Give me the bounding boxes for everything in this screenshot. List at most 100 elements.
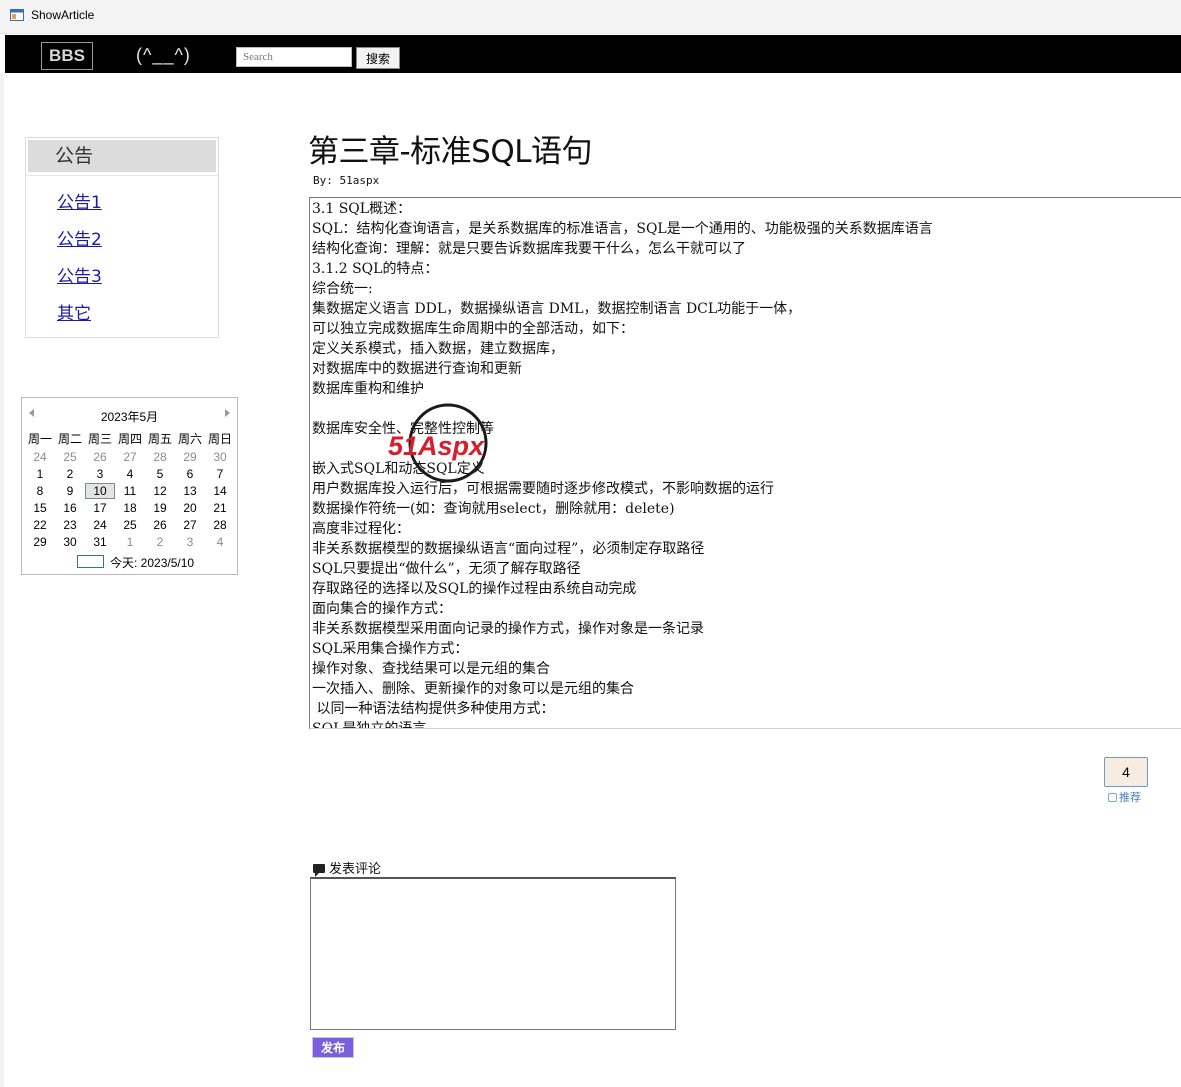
article-line: SQL：结构化查询语言，是关系数据库的标准语言，SQL是一个通用的、功能极强的关… <box>312 221 933 237</box>
notice-divider <box>26 175 218 176</box>
article-line: 非关系数据模型采用面向记录的操作方式，操作对象是一条记录 <box>312 621 704 637</box>
calendar-footer: 今天: 2023/5/10 <box>22 555 237 571</box>
article-line: 以同一种语法结构提供多种使用方式： <box>312 701 555 717</box>
notice-link-other[interactable]: 其它 <box>57 299 91 324</box>
notice-heading: 公告 <box>28 140 216 172</box>
notice-link-2[interactable]: 公告2 <box>57 225 102 250</box>
calendar-day[interactable]: 12 <box>145 483 175 499</box>
article-line: 存取路径的选择以及SQL的操作过程由系统自动完成 <box>312 581 637 597</box>
calendar-day[interactable]: 24 <box>85 517 115 533</box>
calendar-day[interactable]: 20 <box>175 500 205 516</box>
article-line: 集数据定义语言 DDL，数据操纵语言 DML，数据控制语言 DCL功能于一体， <box>312 301 802 317</box>
calendar-day[interactable]: 15 <box>25 500 55 516</box>
recommend-button[interactable]: 推荐 <box>1108 789 1141 805</box>
article-byline: By: 51aspx <box>313 174 380 187</box>
calendar-month-label: 2023年5月 <box>100 410 159 424</box>
comment-icon <box>313 864 325 877</box>
calendar-day[interactable]: 2 <box>55 466 85 482</box>
comment-textarea[interactable] <box>310 877 676 1030</box>
calendar-day[interactable]: 29 <box>25 534 55 550</box>
calendar-day[interactable]: 25 <box>115 517 145 533</box>
calendar-day[interactable]: 24 <box>25 449 55 465</box>
calendar-day[interactable]: 2 <box>145 534 175 550</box>
calendar-day[interactable]: 28 <box>205 517 235 533</box>
calendar-day-selected[interactable]: 10 <box>85 483 115 499</box>
article-line: 数据操作符统一(如：查询就用select，删除就用：delete) <box>312 501 675 517</box>
article-line: 结构化查询：理解：就是只要告诉数据库我要干什么，怎么干就可以了 <box>312 241 746 257</box>
article-line: 面向集合的操作方式： <box>312 601 452 617</box>
calendar-day[interactable]: 7 <box>205 466 235 482</box>
calendar-day[interactable]: 27 <box>115 449 145 465</box>
search-button[interactable]: 搜索 <box>356 47 400 69</box>
recommend-label: 推荐 <box>1119 791 1141 804</box>
watermark-logo-icon: 51Aspx <box>388 403 488 483</box>
app-window-icon <box>10 9 24 21</box>
recommend-count[interactable]: 4 <box>1104 757 1148 787</box>
calendar-day[interactable]: 1 <box>25 466 55 482</box>
calendar-day[interactable]: 30 <box>205 449 235 465</box>
calendar-weekday: 周一 <box>27 432 52 446</box>
calendar-today-label[interactable]: 今天: 2023/5/10 <box>110 554 194 571</box>
calendar-day[interactable]: 1 <box>115 534 145 550</box>
navbar-tagline: (^__^) <box>136 45 191 65</box>
calendar-day[interactable]: 19 <box>145 500 175 516</box>
calendar-day[interactable]: 6 <box>175 466 205 482</box>
article-line: 3.1 SQL概述： <box>312 201 412 217</box>
article-line: 可以独立完成数据库生命周期中的全部活动，如下： <box>312 321 634 337</box>
calendar-day[interactable]: 4 <box>115 466 145 482</box>
article-line: 综合统一: <box>312 281 373 297</box>
article-line: SQL只要提出“做什么”，无须了解存取路径 <box>312 561 581 577</box>
today-marker-icon <box>77 555 104 568</box>
comment-label: 发表评论 <box>329 862 382 877</box>
brand-link[interactable]: BBS <box>41 42 93 70</box>
calendar-day[interactable]: 16 <box>55 500 85 516</box>
calendar-weekday: 周六 <box>177 432 202 446</box>
recommend-widget[interactable]: 4 推荐 <box>1104 757 1148 805</box>
article-line: SQL采用集合操作方式： <box>312 641 469 657</box>
calendar-weekday: 周日 <box>207 432 232 446</box>
calendar-day[interactable]: 27 <box>175 517 205 533</box>
calendar-day[interactable]: 8 <box>25 483 55 499</box>
calendar-day[interactable]: 4 <box>205 534 235 550</box>
calendar-day[interactable]: 29 <box>175 449 205 465</box>
top-navbar: BBS (^__^) 搜索 <box>5 35 1181 73</box>
calendar-day[interactable]: 18 <box>115 500 145 516</box>
article-line: 3.1.2 SQL的特点： <box>312 261 439 277</box>
article-line: 用户数据库投入运行后，可根据需要随时逐步修改模式，不影响数据的运行 <box>312 481 774 497</box>
calendar-day[interactable]: 26 <box>85 449 115 465</box>
notice-link-3[interactable]: 公告3 <box>57 262 102 287</box>
calendar-day[interactable]: 22 <box>25 517 55 533</box>
calendar-day[interactable]: 3 <box>175 534 205 550</box>
thumbs-up-icon <box>1108 793 1117 802</box>
calendar-day[interactable]: 26 <box>145 517 175 533</box>
window-title: ShowArticle <box>31 8 95 22</box>
calendar-day[interactable]: 14 <box>205 483 235 499</box>
calendar-day[interactable]: 25 <box>55 449 85 465</box>
calendar-day[interactable]: 9 <box>55 483 85 499</box>
calendar-weekday: 周二 <box>57 432 82 446</box>
calendar-day[interactable]: 11 <box>115 483 145 499</box>
article-line: 一次插入、删除、更新操作的对象可以是元组的集合 <box>312 681 634 697</box>
watermark-text: 51Aspx <box>388 431 485 461</box>
calendar-day[interactable]: 23 <box>55 517 85 533</box>
calendar-day[interactable]: 13 <box>175 483 205 499</box>
article-line: 对数据库中的数据进行查询和更新 <box>312 361 522 377</box>
calendar-next-icon[interactable] <box>225 409 230 417</box>
article-line: 非关系数据模型的数据操纵语言“面向过程”，必须制定存取路径 <box>312 541 705 557</box>
publish-button[interactable]: 发布 <box>312 1037 354 1058</box>
calendar-day[interactable]: 21 <box>205 500 235 516</box>
article-line: 高度非过程化： <box>312 521 410 537</box>
calendar-weekday: 周三 <box>87 432 112 446</box>
calendar-day[interactable]: 31 <box>85 534 115 550</box>
calendar-day[interactable]: 5 <box>145 466 175 482</box>
notice-link-1[interactable]: 公告1 <box>57 188 102 213</box>
search-input[interactable] <box>236 47 352 67</box>
calendar-day[interactable]: 28 <box>145 449 175 465</box>
comment-heading: 发表评论 <box>313 858 381 877</box>
article-title: 第三章-标准SQL语句 <box>308 134 593 170</box>
calendar-weekday: 周四 <box>117 432 142 446</box>
calendar-day[interactable]: 3 <box>85 466 115 482</box>
calendar-day[interactable]: 17 <box>85 500 115 516</box>
calendar-day[interactable]: 30 <box>55 534 85 550</box>
article-line: 操作对象、查找结果可以是元组的集合 <box>312 661 550 677</box>
